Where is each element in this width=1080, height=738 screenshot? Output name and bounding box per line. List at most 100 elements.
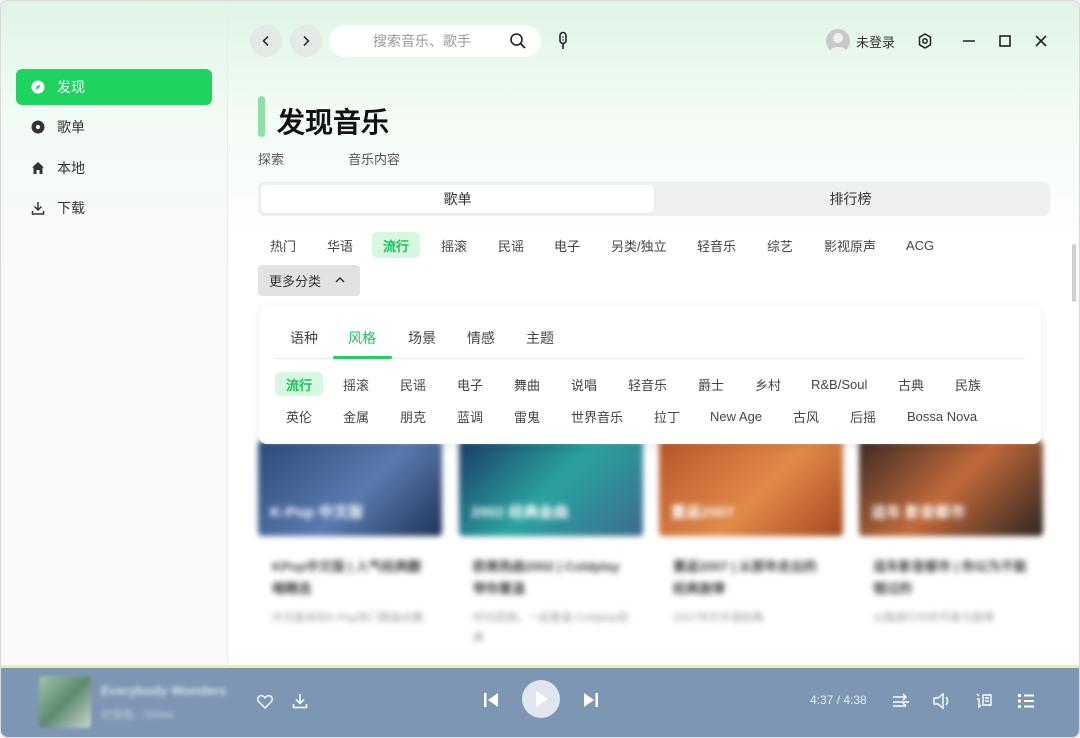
user-icon (828, 33, 848, 53)
play-mode-button[interactable] (890, 691, 912, 711)
style-tag[interactable]: 后摇 (839, 404, 887, 428)
style-tag[interactable]: 拉丁 (643, 404, 691, 428)
style-tag[interactable]: 舞曲 (503, 372, 551, 396)
content-tabs: 歌单 排行榜 (258, 182, 1050, 216)
genre-tag[interactable]: 轻音乐 (686, 232, 747, 258)
style-tag[interactable]: 民族 (944, 372, 992, 396)
panel-tab-indicator (333, 356, 392, 359)
close-button[interactable] (1029, 29, 1053, 53)
style-tag-active[interactable]: 流行 (275, 372, 324, 396)
disc-icon (31, 120, 45, 134)
minimize-button[interactable] (957, 29, 981, 53)
search-icon[interactable] (509, 32, 527, 50)
play-icon (536, 691, 548, 707)
maximize-icon (999, 35, 1011, 47)
previous-button[interactable] (481, 690, 501, 710)
genre-tag[interactable]: ACG (895, 232, 945, 258)
volume-button[interactable] (931, 690, 953, 712)
lyrics-button[interactable] (973, 690, 995, 712)
album-cover[interactable] (39, 676, 91, 728)
playlist-desc: 时光回溯，一起重温 Coldplay经典 (473, 612, 629, 644)
minimize-icon (963, 40, 975, 42)
subtitle-music-content: 音乐内容 (348, 152, 401, 167)
style-tag[interactable]: 电子 (446, 372, 494, 396)
download-song-button[interactable] (291, 692, 309, 710)
cover-text: K-Pop 中文版 (270, 504, 364, 521)
genre-tag[interactable]: 热门 (259, 232, 307, 258)
style-tag[interactable]: 轻音乐 (617, 372, 678, 396)
style-tag[interactable]: 金属 (332, 404, 380, 428)
sidebar-item-download[interactable]: 下载 (16, 190, 212, 226)
genre-tag[interactable]: 综艺 (756, 232, 804, 258)
playlist-desc: 中文版本的K-Pop热门歌曲合集 (272, 612, 424, 624)
sidebar-item-local[interactable]: 本地 (16, 150, 212, 186)
list-icon (1018, 694, 1034, 708)
playlist-card[interactable]: 追车 影音都市 追车影音都市 | 你以为不能错过的 公路旅行中的节奏与旋律 (859, 441, 1043, 665)
download-icon (31, 201, 45, 215)
playlist-card[interactable]: 重返2007 重返2007 | 从那年走出的经典旋律 2007年代华语经典 (659, 441, 843, 665)
more-categories-button[interactable]: 更多分类 (258, 265, 360, 296)
style-tag[interactable]: 雷鬼 (503, 404, 551, 428)
playlist-card[interactable]: K-Pop 中文版 KPop中文版 | 人气经典翻唱精选 中文版本的K-Pop热… (258, 441, 442, 665)
song-artist: 纪录板 - Sinlee (101, 709, 175, 721)
style-tag[interactable]: R&B/Soul (800, 372, 878, 396)
tab-charts[interactable]: 排行榜 (654, 185, 1047, 213)
next-button[interactable] (581, 690, 601, 710)
playlist-title: 重返2007 | 从那年走出的经典旋律 (673, 559, 817, 596)
back-button[interactable] (250, 25, 282, 57)
playlist-cover: K-Pop 中文版 (258, 441, 442, 536)
page-title: 发现音乐 (277, 107, 390, 138)
playlist-desc: 2007年代华语经典 (673, 612, 764, 624)
cover-text: 重返2007 (671, 504, 735, 521)
panel-tab-scene[interactable]: 场景 (408, 328, 436, 348)
style-tag[interactable]: Bossa Nova (896, 404, 988, 428)
settings-button[interactable] (913, 29, 937, 53)
panel-tab-style[interactable]: 风格 (348, 328, 376, 348)
like-button[interactable] (256, 692, 274, 710)
style-tag[interactable]: 古典 (887, 372, 935, 396)
playlist-card[interactable]: 2002 经典金曲 欧美热曲2002 | Coldplay带你重温 时光回溯，一… (459, 441, 643, 665)
genre-tag[interactable]: 电子 (543, 232, 591, 258)
chevron-left-icon (262, 35, 269, 47)
playlist-queue-button[interactable] (1015, 690, 1037, 712)
style-tag[interactable]: 朋克 (389, 404, 437, 428)
forward-button[interactable] (290, 25, 322, 57)
style-tag[interactable]: 摇滚 (332, 372, 380, 396)
panel-tab-theme[interactable]: 主题 (526, 328, 554, 348)
style-tag[interactable]: 爵士 (687, 372, 735, 396)
login-status[interactable]: 未登录 (856, 32, 895, 51)
style-tag[interactable]: 英伦 (275, 404, 323, 428)
sidebar-item-playlists[interactable]: 歌单 (16, 109, 212, 145)
play-button[interactable] (522, 680, 560, 718)
style-tag[interactable]: 世界音乐 (560, 404, 634, 428)
genre-tag[interactable]: 另类/独立 (600, 232, 678, 258)
genre-tag[interactable]: 影视原声 (813, 232, 887, 258)
more-categories-label: 更多分类 (269, 274, 322, 289)
playlist-title: KPop中文版 | 人气经典翻唱精选 (272, 559, 421, 596)
cover-text: 追车 影音都市 (871, 504, 966, 521)
style-tag[interactable]: 蓝调 (446, 404, 494, 428)
avatar[interactable] (826, 29, 850, 53)
playlist-desc: 公路旅行中的节奏与旋律 (873, 612, 994, 624)
skip-forward-icon (584, 693, 598, 707)
heart-icon (257, 694, 273, 709)
style-tag[interactable]: New Age (699, 404, 773, 428)
genre-tag[interactable]: 民谣 (487, 232, 535, 258)
style-tag[interactable]: 乡村 (744, 372, 792, 396)
sidebar-item-discover[interactable]: 发现 (16, 69, 212, 105)
genre-tag[interactable]: 华语 (316, 232, 364, 258)
playback-time: 4:37 / 4:38 (810, 693, 867, 707)
maximize-button[interactable] (993, 29, 1017, 53)
microphone-icon[interactable] (555, 31, 571, 51)
scrollbar[interactable] (1072, 244, 1076, 302)
compass-icon (31, 80, 45, 94)
panel-tab-language[interactable]: 语种 (290, 328, 318, 348)
style-tag[interactable]: 民谣 (389, 372, 437, 396)
style-tag[interactable]: 古风 (782, 404, 830, 428)
panel-tab-mood[interactable]: 情感 (467, 328, 495, 348)
genre-tag-active[interactable]: 流行 (372, 232, 421, 258)
sidebar: 发现 歌单 本地 下载 (1, 1, 228, 665)
style-tag[interactable]: 说唱 (560, 372, 608, 396)
tab-playlists[interactable]: 歌单 (261, 185, 654, 213)
genre-tag[interactable]: 摇滚 (430, 232, 478, 258)
